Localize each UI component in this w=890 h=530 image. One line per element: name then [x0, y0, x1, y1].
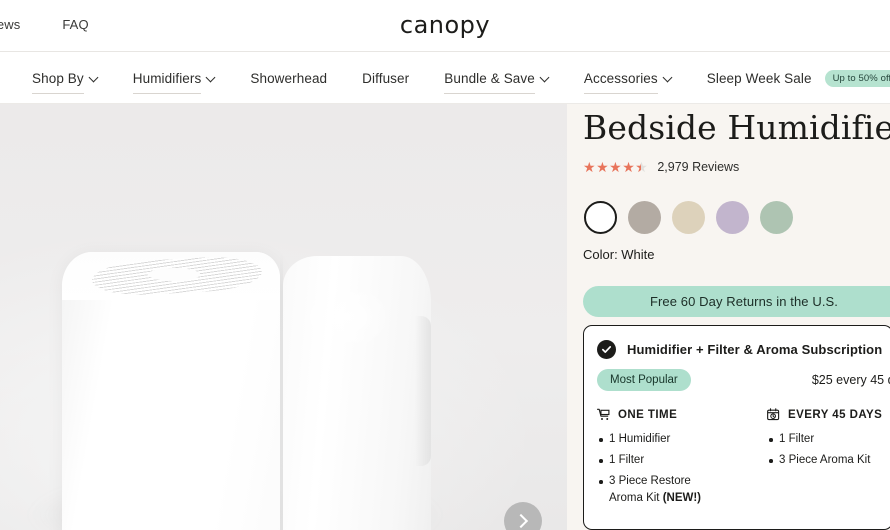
- color-swatch-lilac[interactable]: [716, 201, 749, 234]
- main-nav-bar: Shop By Humidifiers Showerhead Diffuser …: [0, 52, 890, 104]
- one-time-heading: ONE TIME: [618, 408, 678, 421]
- faq-link[interactable]: FAQ: [62, 17, 88, 32]
- most-popular-badge: Most Popular: [597, 369, 691, 391]
- list-item: 1 Humidifier: [596, 431, 722, 448]
- nav-item-shop-by[interactable]: Shop By: [32, 52, 98, 104]
- product-gallery[interactable]: [0, 104, 567, 530]
- tank-highlight: [297, 282, 393, 352]
- nav-item-label: Accessories: [583, 70, 658, 86]
- tank-edge-shade: [415, 316, 431, 466]
- nav-item-accessories[interactable]: Accessories: [583, 52, 672, 104]
- list-item: 1 Filter: [766, 431, 890, 448]
- list-item: 3 Piece Aroma Kit: [766, 452, 890, 469]
- page-title: Bedside Humidifier: [583, 108, 890, 147]
- utility-nav-links: eviews FAQ: [0, 17, 89, 32]
- sale-badge: Up to 50% off: [824, 69, 890, 87]
- star-rating-icon: ★ ★ ★ ★ ★: [583, 160, 648, 174]
- nav-item-label: Bundle & Save: [444, 70, 535, 86]
- page-root: eviews FAQ canopy Shop By Humidifiers Sh…: [0, 0, 890, 530]
- calendar-clock-icon: [766, 407, 781, 422]
- nav-item-diffuser[interactable]: Diffuser: [362, 52, 409, 104]
- one-time-column: ONE TIME 1 Humidifier 1 Filter 3 Piece R…: [596, 407, 722, 511]
- reviews-link[interactable]: eviews: [0, 17, 20, 32]
- humidifier-seam: [280, 254, 283, 530]
- humidifier-tank-image: [283, 256, 431, 530]
- recurring-heading: EVERY 45 DAYS: [788, 408, 883, 421]
- main-nav-items: Shop By Humidifiers Showerhead Diffuser …: [32, 52, 890, 104]
- humidifier-body-image: [62, 252, 280, 530]
- subscription-option-card[interactable]: Humidifier + Filter & Aroma Subscription…: [583, 325, 890, 530]
- nav-item-humidifiers[interactable]: Humidifiers: [132, 52, 216, 104]
- check-circle-icon: [597, 340, 616, 359]
- utility-nav-bar: eviews FAQ canopy: [0, 0, 890, 52]
- subscription-price: $25 every 45 days: [811, 373, 890, 387]
- humidifier-top-cap: [62, 252, 280, 300]
- nav-item-bundle-save[interactable]: Bundle & Save: [444, 52, 549, 104]
- nav-item-label: Sleep Week Sale: [706, 70, 812, 86]
- one-time-item-list: 1 Humidifier 1 Filter 3 Piece Restore Ar…: [596, 431, 722, 507]
- list-item: 1 Filter: [596, 452, 722, 469]
- recurring-item-list: 1 Filter 3 Piece Aroma Kit: [766, 431, 890, 469]
- nav-item-sleep-week-sale[interactable]: Sleep Week Sale Up to 50% off: [707, 52, 890, 104]
- list-item: 3 Piece Restore Aroma Kit (NEW!): [596, 473, 722, 507]
- chevron-down-icon: [206, 73, 215, 82]
- nav-item-label: Showerhead: [250, 70, 328, 86]
- color-swatch-sand[interactable]: [672, 201, 705, 234]
- selected-color-label: Color: White: [583, 247, 655, 262]
- recurring-column: EVERY 45 DAYS 1 Filter 3 Piece Aroma Kit: [766, 407, 890, 511]
- cart-icon: [596, 407, 611, 422]
- subscription-title: Humidifier + Filter & Aroma Subscription: [627, 342, 883, 357]
- subscription-meta-row: Most Popular $25 every 45 days: [584, 359, 890, 391]
- chevron-down-icon: [663, 73, 672, 82]
- one-time-header: ONE TIME: [596, 407, 722, 422]
- chevron-down-icon: [540, 73, 549, 82]
- color-swatch-group: [584, 201, 793, 234]
- brand-logo[interactable]: canopy: [400, 11, 490, 39]
- color-swatch-white[interactable]: [584, 201, 617, 234]
- returns-banner: Free 60 Day Returns in the U.S.: [583, 286, 890, 317]
- chevron-down-icon: [89, 73, 98, 82]
- humidifier-grille-notch: [148, 268, 200, 281]
- chevron-right-icon: [516, 516, 526, 526]
- nav-item-label: Shop By: [32, 70, 84, 86]
- nav-item-label: Diffuser: [362, 70, 410, 86]
- rating-row[interactable]: ★★★★★ 2,979 Reviews: [583, 160, 739, 174]
- subscription-card-header: Humidifier + Filter & Aroma Subscription: [584, 340, 890, 359]
- nav-item-label: Humidifiers: [132, 70, 202, 86]
- color-swatch-taupe[interactable]: [628, 201, 661, 234]
- product-info-panel: Bedside Humidifier ★★★★★ 2,979 Reviews C…: [567, 104, 890, 530]
- color-swatch-sage[interactable]: [760, 201, 793, 234]
- recurring-header: EVERY 45 DAYS: [766, 407, 890, 422]
- subscription-contents: ONE TIME 1 Humidifier 1 Filter 3 Piece R…: [584, 391, 890, 511]
- review-count-label[interactable]: 2,979 Reviews: [657, 160, 739, 174]
- nav-item-showerhead[interactable]: Showerhead: [250, 52, 327, 104]
